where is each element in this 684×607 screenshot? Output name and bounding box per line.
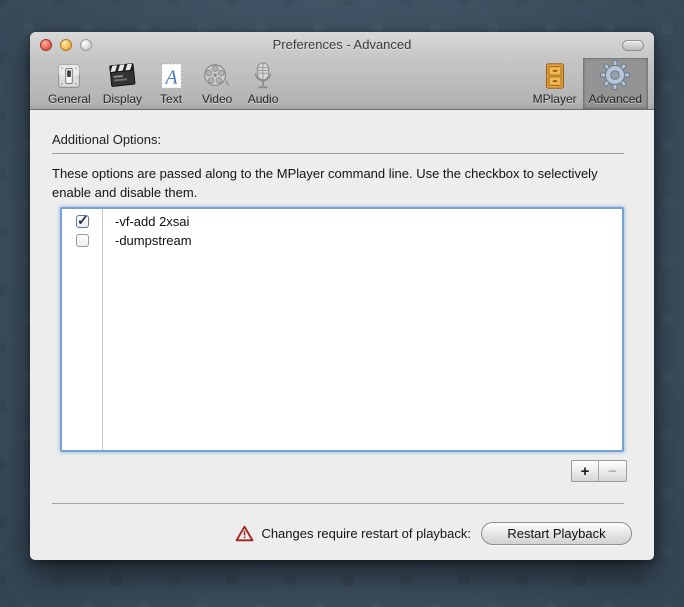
film-reel-icon <box>200 60 234 91</box>
toolbar-item-label: Text <box>160 92 182 106</box>
gear-icon <box>598 59 632 91</box>
light-switch-icon <box>52 60 86 91</box>
toolbar-item-label: Display <box>103 92 142 106</box>
footer: Changes require restart of playback: Res… <box>30 520 632 546</box>
section-label: Additional Options: <box>52 132 161 147</box>
option-row[interactable]: -vf-add 2xsai <box>62 212 622 231</box>
toolbar-item-label: Advanced <box>589 92 642 106</box>
toolbar-item-label: MPlayer <box>533 92 577 106</box>
toolbar-item-audio[interactable]: Audio <box>240 58 286 109</box>
option-checkbox[interactable] <box>76 234 89 247</box>
toolbar-item-video[interactable]: Video <box>194 58 240 109</box>
toolbar-right-group: MPlayer <box>527 58 654 109</box>
checkbox-cell <box>62 215 103 228</box>
titlebar[interactable]: Preferences - Advanced <box>30 32 654 58</box>
svg-text:A: A <box>164 66 179 88</box>
list-edit-segmented-control: + − <box>571 460 627 482</box>
preferences-window: Preferences - Advanced <box>30 32 654 560</box>
option-label[interactable]: -vf-add 2xsai <box>103 214 189 229</box>
toolbar-item-label: Audio <box>248 92 279 106</box>
toolbar: General <box>30 58 654 109</box>
checkbox-cell <box>62 234 103 247</box>
microphone-icon <box>246 60 280 91</box>
section-divider <box>52 153 624 154</box>
window-header: Preferences - Advanced <box>30 32 654 110</box>
toolbar-item-advanced[interactable]: Advanced <box>583 58 648 109</box>
add-option-button[interactable]: + <box>572 461 599 481</box>
restart-playback-button[interactable]: Restart Playback <box>481 522 632 545</box>
toolbar-left-group: General <box>30 58 286 109</box>
text-page-icon: A <box>154 60 188 91</box>
warning-triangle-icon <box>235 525 254 542</box>
list-rows: -vf-add 2xsai -dumpstream <box>62 212 622 250</box>
toolbar-item-mplayer[interactable]: MPlayer <box>527 58 583 109</box>
options-list[interactable]: -vf-add 2xsai -dumpstream <box>60 207 624 452</box>
toolbar-item-display[interactable]: Display <box>97 58 148 109</box>
toolbar-toggle-pill-button[interactable] <box>622 40 644 51</box>
option-label[interactable]: -dumpstream <box>103 233 192 248</box>
drawer-cabinet-icon <box>538 60 572 91</box>
restart-warning-text: Changes require restart of playback: <box>261 526 471 541</box>
footer-divider <box>52 503 624 504</box>
toolbar-item-text[interactable]: A Text <box>148 58 194 109</box>
option-checkbox[interactable] <box>76 215 89 228</box>
window-title: Preferences - Advanced <box>30 37 654 52</box>
toolbar-item-label: Video <box>202 92 232 106</box>
toolbar-item-general[interactable]: General <box>42 58 97 109</box>
remove-option-button[interactable]: − <box>599 461 626 481</box>
option-row[interactable]: -dumpstream <box>62 231 622 250</box>
clapperboard-icon <box>105 60 139 91</box>
options-description: These options are passed along to the MP… <box>52 164 608 202</box>
toolbar-item-label: General <box>48 92 91 106</box>
